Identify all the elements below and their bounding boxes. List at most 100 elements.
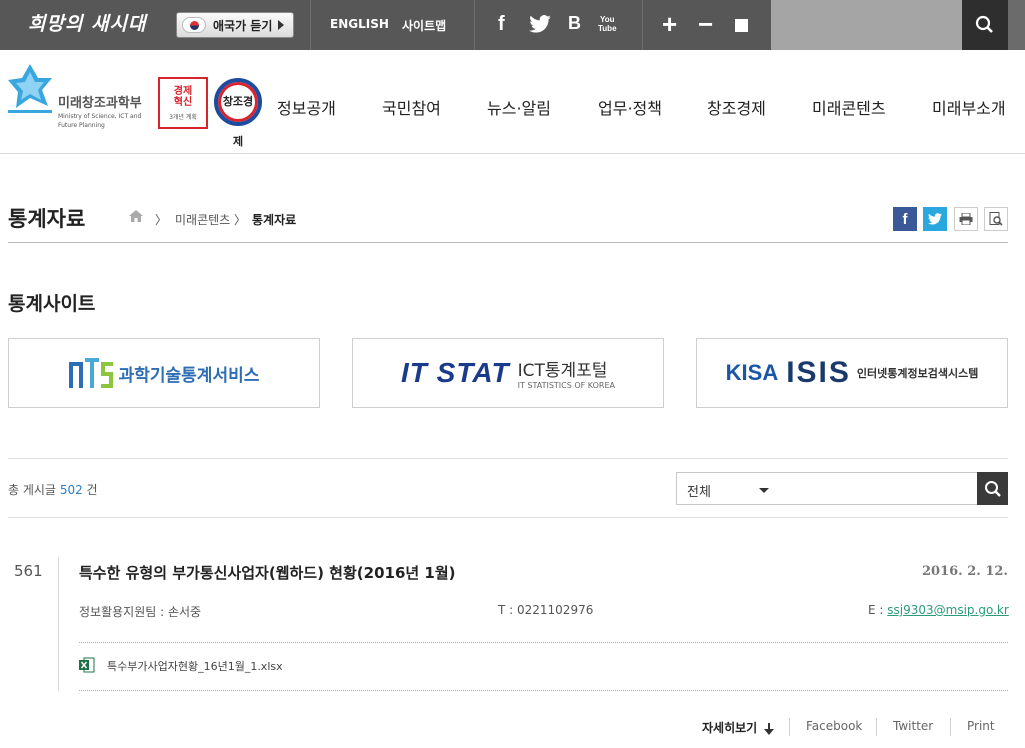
section-title: 통계사이트 — [8, 293, 96, 315]
total-prefix: 총 게시글 — [8, 483, 56, 497]
nav-work-policy[interactable]: 업무·정책 — [598, 95, 662, 119]
breadcrumb-separator: 〉 — [155, 213, 168, 227]
ntis-logo-icon — [68, 358, 113, 388]
ntis-label: 과학기술통계서비스 — [118, 365, 260, 386]
share-facebook-button[interactable]: f — [893, 207, 917, 231]
breadcrumb-current: 통계자료 — [252, 213, 297, 227]
list-search-button[interactable] — [977, 472, 1008, 505]
logo-ko: 미래창조과학부 — [58, 96, 142, 111]
twitter-icon[interactable] — [529, 15, 551, 33]
print-icon — [959, 213, 973, 225]
english-link[interactable]: ENGLISH — [330, 17, 389, 31]
creative-economy-emblem[interactable]: 창조경제 — [214, 78, 262, 148]
itstat-sub-label: IT STATISTICS OF KOREA — [517, 381, 615, 390]
share-facebook-link[interactable]: Facebook — [806, 719, 862, 733]
play-icon — [278, 20, 285, 30]
post-phone: T : 0221102976 — [498, 603, 594, 617]
title-divider — [8, 242, 1008, 243]
twitter-icon — [928, 213, 942, 225]
section-divider — [8, 458, 1008, 459]
list-divider — [8, 517, 1008, 518]
site-header: 미래창조과학부 Ministry of Science, ICT and Fut… — [0, 50, 1025, 154]
reset-zoom-icon[interactable] — [735, 19, 748, 32]
anthem-button[interactable]: 애국가 듣기 — [176, 12, 294, 38]
breadcrumb-separator: 〉 — [234, 213, 247, 227]
arrow-down-icon — [764, 722, 775, 735]
dotted-divider — [79, 690, 1008, 691]
facebook-icon: f — [902, 210, 908, 228]
youtube-label-2: Tube — [598, 24, 617, 33]
youtube-label-1: You — [600, 15, 615, 24]
nav-info-disclosure[interactable]: 정보공개 — [277, 95, 336, 119]
breadcrumb-future-contents[interactable]: 미래콘텐츠 — [175, 211, 230, 228]
top-bar: 희망의 새시대 애국가 듣기 ENGLISH 사이트맵 f B You Tube… — [0, 0, 1025, 50]
facebook-icon[interactable]: f — [498, 13, 505, 36]
zoom-in-icon[interactable]: + — [662, 11, 677, 37]
emblem-line-1: 경제 — [173, 86, 193, 97]
blog-icon[interactable]: B — [568, 13, 581, 34]
search-icon — [984, 480, 1001, 497]
nav-future-contents[interactable]: 미래콘텐츠 — [812, 95, 886, 119]
home-icon[interactable] — [129, 210, 143, 222]
post-date: 2016. 2. 12. — [922, 564, 1008, 579]
itstat-site-link[interactable]: IT STAT ICT통계포털 IT STATISTICS OF KOREA — [352, 338, 664, 408]
page-title: 통계자료 — [8, 207, 86, 231]
nav-participation[interactable]: 국민참여 — [382, 95, 441, 119]
youtube-icon[interactable]: You Tube — [598, 15, 617, 33]
divider — [474, 0, 475, 50]
search-button[interactable] — [962, 0, 1008, 50]
zoom-out-icon[interactable]: − — [698, 11, 713, 37]
detail-button[interactable]: 자세히보기 — [702, 719, 775, 736]
anthem-label: 애국가 듣기 — [213, 18, 273, 33]
post-email-field: E : ssj9303@msip.go.kr — [868, 603, 1009, 617]
detail-label: 자세히보기 — [702, 721, 758, 735]
post-department: 정보활용지원팀 : 손서중 — [79, 605, 202, 619]
nav-about[interactable]: 미래부소개 — [932, 95, 1006, 119]
total-count: 총 게시글 502 건 — [8, 481, 98, 498]
divider — [789, 718, 790, 736]
post-number: 561 — [14, 562, 43, 580]
excel-file-icon — [79, 657, 95, 673]
itstat-logo: IT STAT — [400, 357, 510, 388]
economic-innovation-emblem[interactable]: 경제 혁신 3개년 계획 — [158, 77, 208, 129]
share-twitter-link[interactable]: Twitter — [893, 719, 933, 733]
ministry-logo-icon[interactable] — [8, 64, 52, 116]
print-link[interactable]: Print — [967, 719, 995, 733]
share-twitter-button[interactable] — [923, 207, 947, 231]
ministry-logo-text[interactable]: 미래창조과학부 Ministry of Science, ICT and Fut… — [58, 92, 142, 129]
total-number: 502 — [59, 483, 83, 497]
isis-logo: ISIS — [786, 356, 851, 389]
isis-label: 인터넷통계정보검색시스템 — [856, 367, 979, 380]
isis-site-link[interactable]: KISA ISIS 인터넷통계정보검색시스템 — [696, 338, 1008, 408]
dotted-divider — [79, 642, 1008, 643]
document-search-icon — [989, 212, 1003, 226]
sitemap-link[interactable]: 사이트맵 — [402, 17, 446, 34]
select-value: 전체 — [687, 485, 711, 500]
slogan-logo: 희망의 새시대 — [28, 13, 147, 35]
divider — [950, 718, 951, 736]
chevron-down-icon — [759, 488, 769, 493]
divider — [876, 718, 877, 736]
attachment-link[interactable]: 특수부가사업자현황_16년1월_1.xlsx — [107, 658, 283, 674]
nav-creative-economy[interactable]: 창조경제 — [707, 95, 766, 119]
topbar-edge — [1008, 0, 1025, 50]
divider — [310, 0, 311, 50]
logo-en-2: Future Planning — [58, 122, 105, 129]
email-link[interactable]: ssj9303@msip.go.kr — [887, 603, 1009, 617]
total-suffix: 건 — [86, 483, 98, 497]
print-button[interactable] — [954, 207, 978, 231]
nav-news[interactable]: 뉴스·알림 — [487, 95, 551, 119]
korean-flag-icon — [182, 17, 206, 33]
email-prefix: E : — [868, 603, 888, 617]
search-icon — [975, 15, 993, 33]
preview-button[interactable] — [984, 207, 1008, 231]
logo-en-1: Ministry of Science, ICT and — [58, 113, 142, 120]
post-title[interactable]: 특수한 유형의 부가통신사업자(웹하드) 현황(2016년 1월) — [79, 562, 456, 583]
emblem-sub: 3개년 계획 — [169, 114, 197, 121]
ntis-site-link[interactable]: 과학기술통계서비스 — [8, 338, 320, 408]
search-input[interactable] — [771, 0, 962, 50]
itstat-label: ICT통계포털 — [517, 361, 608, 381]
post-divider — [58, 557, 59, 691]
category-select[interactable]: 전체 — [676, 472, 978, 505]
emblem-line-2: 혁신 — [173, 97, 193, 108]
